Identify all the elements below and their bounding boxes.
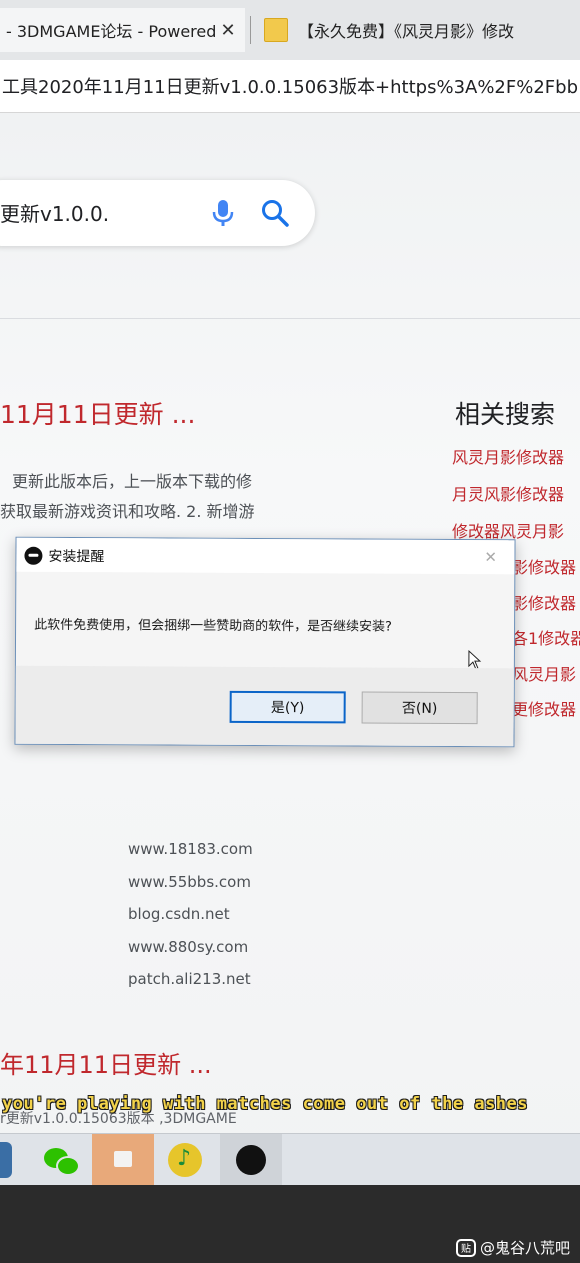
address-bar[interactable]: 工具2020年11月11日更新v1.0.0.15063版本+https%3A%2… (0, 60, 580, 113)
start-button[interactable] (0, 1142, 12, 1178)
no-button[interactable]: 否(N) (361, 691, 478, 725)
address-url: 工具2020年11月11日更新v1.0.0.15063版本+https%3A%2… (2, 77, 578, 98)
search-input[interactable]: 更新v1.0.0.1506 (0, 198, 110, 227)
browser-tab-bar: - 3DMGAME论坛 - Powered ✕ 【永久免费】《风灵月影》修改 (0, 0, 580, 60)
microphone-icon[interactable] (210, 198, 236, 228)
dialog-message: 此软件免费使用，但会捆绑一些赞助商的软件，是否继续安装? (34, 617, 393, 635)
install-alert-dialog: 安装提醒 ✕ 此软件免费使用，但会捆绑一些赞助商的软件，是否继续安装? 是(Y)… (14, 536, 516, 748)
site-link[interactable]: www.55bbs.com (128, 873, 251, 891)
related-searches-heading: 相关搜索 (455, 400, 556, 429)
site-link[interactable]: www.880sy.com (128, 938, 248, 956)
site-link[interactable]: patch.ali213.net (128, 970, 251, 988)
watermark-text: @鬼谷八荒吧 (480, 1239, 571, 1257)
related-search-item[interactable]: 各1修改器 (512, 625, 580, 649)
tab-label: - 3DMGAME论坛 - Powered (6, 22, 216, 41)
site-link[interactable]: www.18183.com (128, 840, 253, 858)
yes-button[interactable]: 是(Y) (229, 690, 346, 724)
result-snippet-line: 更新此版本后，上一版本下载的修 (12, 472, 253, 491)
close-icon[interactable]: ✕ (484, 548, 497, 566)
header-divider (0, 318, 580, 319)
result-title[interactable]: 11月11日更新 ... (0, 395, 195, 431)
wechat-icon[interactable] (40, 1140, 80, 1180)
search-box[interactable]: 更新v1.0.0.1506 (0, 180, 315, 246)
result-snippet-line: 获取最新游戏资讯和攻略. 2. 新增游 (0, 502, 255, 521)
browser-tab-3dmgame[interactable]: - 3DMGAME论坛 - Powered ✕ (0, 8, 245, 52)
browser-tab-fengling[interactable]: 【永久免费】《风灵月影》修改 (260, 8, 580, 52)
video-caption: you're playing with matches come out of … (2, 1094, 529, 1114)
tab-separator (250, 16, 251, 44)
related-search-item[interactable]: 月灵风影修改器 (452, 481, 564, 505)
watermark: 贴 @鬼谷八荒吧 (456, 1237, 570, 1258)
result-title[interactable]: 年11月11日更新 ... (0, 1045, 212, 1080)
taskbar (0, 1133, 580, 1185)
result-snippet: 更新此版本后，上一版本下载的修 (0, 468, 252, 492)
related-search-item[interactable]: 风灵月影修改器 (452, 444, 564, 468)
related-search-item[interactable]: 影修改器 (512, 590, 576, 614)
music-app-icon[interactable] (168, 1143, 202, 1177)
site-link[interactable]: blog.csdn.net (128, 905, 230, 923)
tab-label: 【永久免费】《风灵月影》修改 (298, 22, 515, 41)
app-icon (24, 546, 43, 565)
toolbox-app-icon[interactable] (92, 1134, 154, 1185)
screen: - 3DMGAME论坛 - Powered ✕ 【永久免费】《风灵月影》修改 工… (0, 0, 580, 1185)
dialog-titlebar[interactable]: 安装提醒 ✕ (16, 537, 515, 575)
tieba-logo-icon: 贴 (456, 1238, 476, 1257)
related-search-item[interactable]: 更修改器 (512, 696, 576, 720)
dialog-title: 安装提醒 (48, 548, 105, 566)
tab-close-icon[interactable]: ✕ (216, 20, 240, 41)
tab-favicon-icon (264, 18, 288, 42)
search-icon[interactable] (260, 198, 290, 228)
related-search-item[interactable]: 影修改器 (512, 554, 576, 578)
related-search-item[interactable]: 风灵月影 (512, 661, 576, 685)
game-app-icon[interactable] (220, 1134, 282, 1185)
